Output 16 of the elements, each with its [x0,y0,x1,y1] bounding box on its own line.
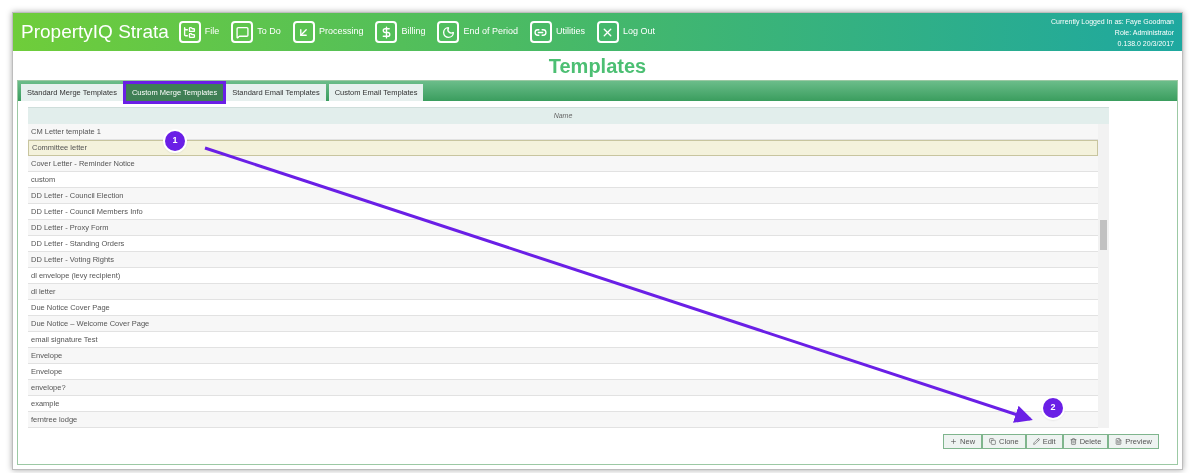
dollar-icon [375,21,398,43]
scrollbar[interactable] [1098,124,1109,428]
link-icon [529,21,552,43]
pencil-icon [1032,438,1040,445]
callout-number: 1 [165,131,185,151]
trash-icon [1069,438,1077,445]
document-icon [1115,438,1123,445]
app-logo: PropertyIQ Strata [21,19,169,44]
close-icon [597,21,619,43]
callout-number: 2 [1043,398,1063,418]
page-title: Templates [548,54,647,78]
speech-bubble-icon [231,21,254,43]
tree-icon [178,21,201,43]
copy-icon [989,438,997,445]
moon-icon [437,21,460,43]
plus-icon [950,438,958,445]
